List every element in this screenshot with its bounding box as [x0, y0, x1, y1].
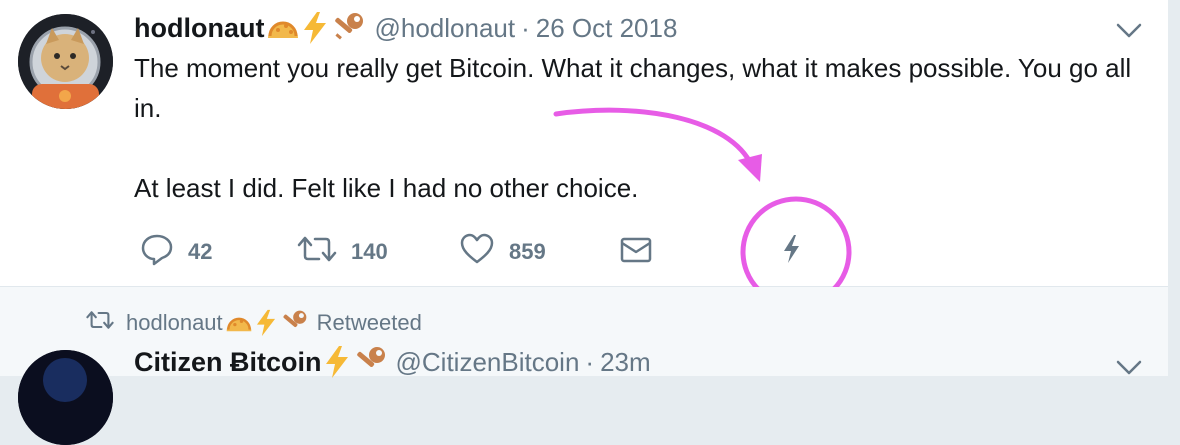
- reply-button[interactable]: 42: [140, 232, 212, 271]
- retweet-count: 140: [351, 238, 388, 264]
- lightning-emoji-icon: [324, 345, 350, 379]
- tweet-card[interactable]: hodlonaut @hodlonaut · 26 Oct 2018 The m…: [0, 0, 1168, 308]
- author-handle-2[interactable]: @CitizenBitcoin: [396, 347, 580, 378]
- taco-emoji-icon: [225, 311, 253, 335]
- retweet-button[interactable]: 140: [297, 232, 388, 271]
- heart-icon: [459, 232, 495, 271]
- tweet2-header: Citizen Ƀitcoin @CitizenBitcoin · 23m: [134, 345, 651, 379]
- chevron-down-icon-2[interactable]: [1114, 355, 1144, 379]
- separator-dot-2: ·: [585, 346, 595, 377]
- key-emoji-icon: [352, 345, 388, 379]
- author-name[interactable]: hodlonaut: [134, 13, 264, 44]
- retweet-context: hodlonaut Retweeted: [86, 308, 422, 337]
- retweeted-label: Retweeted: [316, 309, 422, 335]
- retweet-icon: [297, 232, 337, 271]
- tweet-date[interactable]: 26 Oct 2018: [536, 13, 678, 44]
- avatar[interactable]: [18, 14, 113, 109]
- separator-dot: ·: [521, 12, 530, 43]
- author-handle[interactable]: @hodlonaut: [374, 13, 515, 44]
- tweet-header: hodlonaut @hodlonaut · 26 Oct 2018: [134, 11, 677, 45]
- tweet2-time[interactable]: 23m: [600, 347, 651, 378]
- annotation-arrow-icon: [553, 107, 852, 308]
- reply-icon: [140, 232, 174, 271]
- lightning-emoji-icon: [302, 11, 328, 45]
- key-emoji-icon: [330, 11, 366, 45]
- key-emoji-icon: [279, 309, 309, 337]
- reply-count: 42: [188, 238, 213, 264]
- lightning-emoji-icon: [255, 309, 277, 337]
- chevron-down-icon[interactable]: [1114, 18, 1144, 42]
- like-button[interactable]: 859: [459, 232, 546, 271]
- retweeter-name[interactable]: hodlonaut: [126, 310, 223, 336]
- retweet-small-icon: [86, 308, 114, 337]
- taco-emoji-icon: [266, 14, 300, 42]
- avatar-2[interactable]: [18, 350, 113, 445]
- author-name-2[interactable]: Citizen Ƀitcoin: [134, 347, 322, 378]
